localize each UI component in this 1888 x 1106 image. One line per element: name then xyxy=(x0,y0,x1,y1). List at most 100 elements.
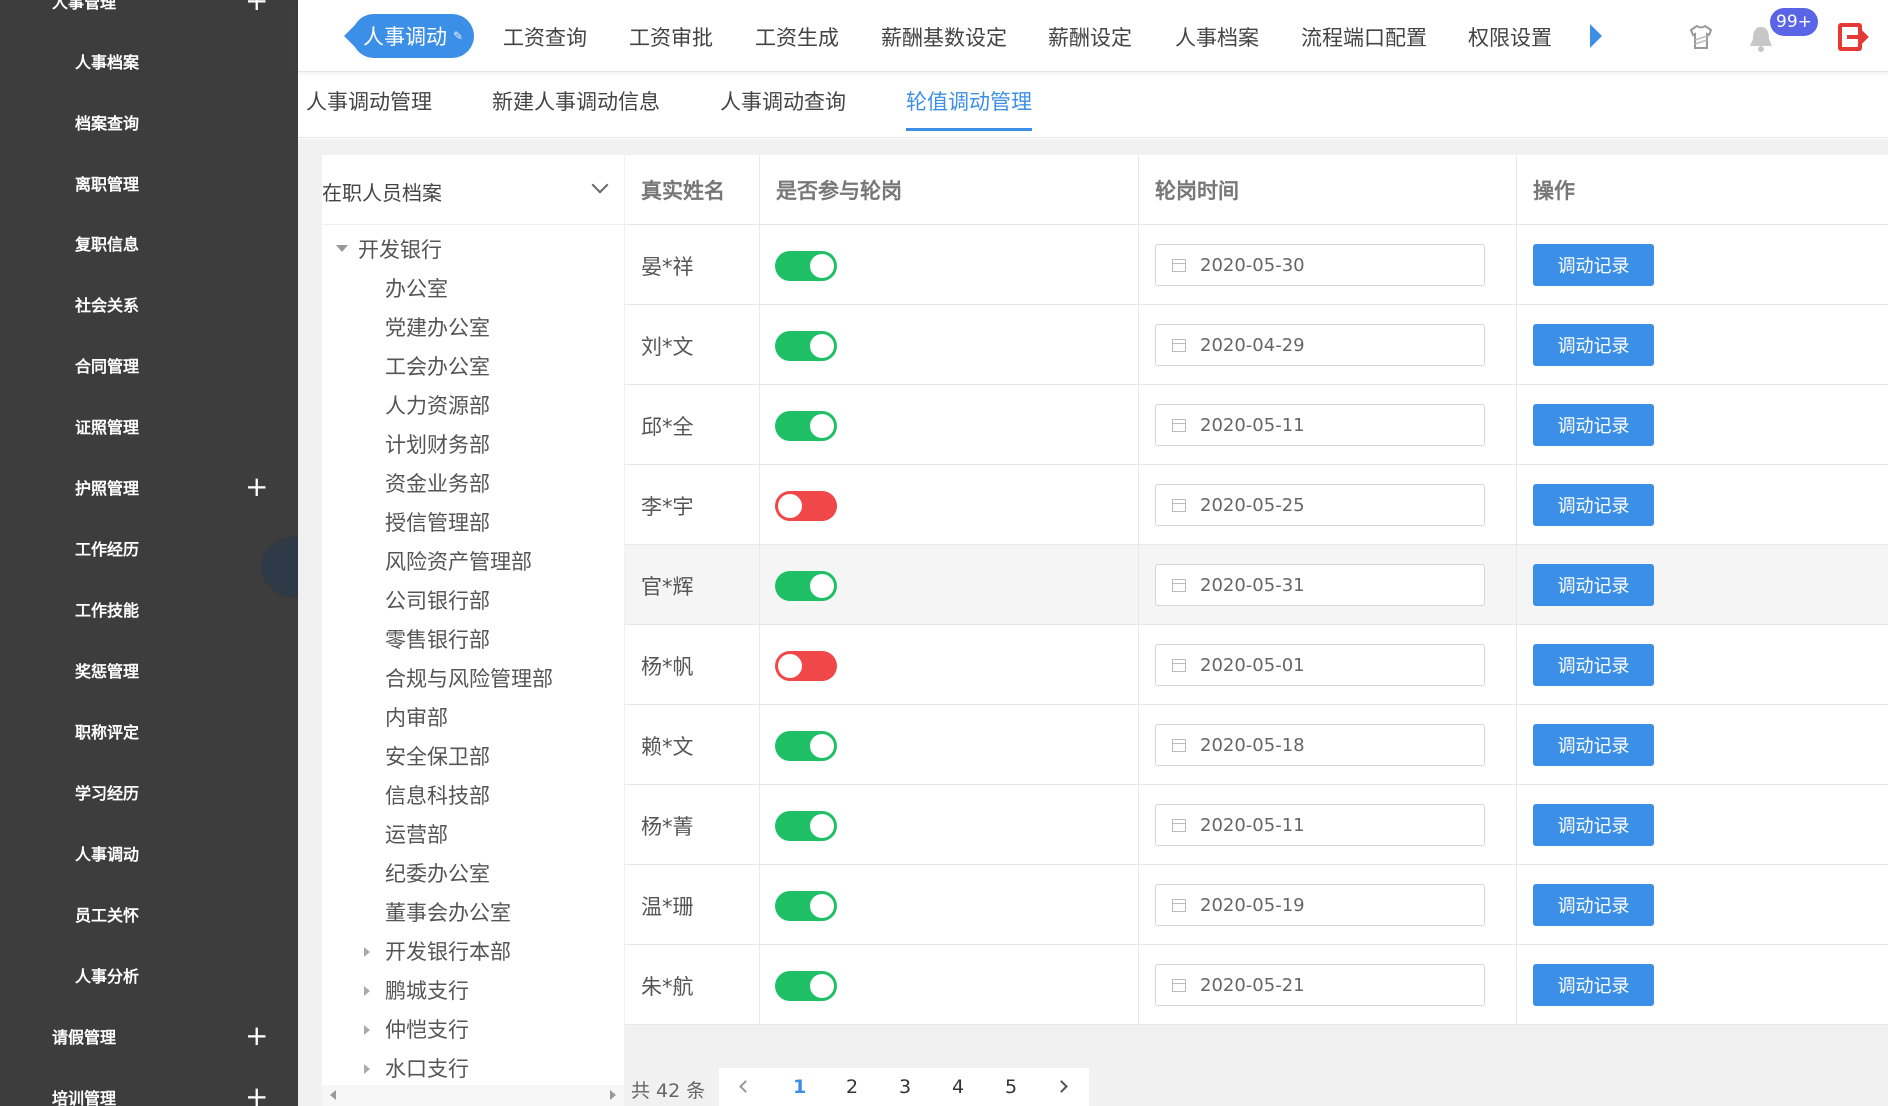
page-number[interactable]: 2 xyxy=(846,1076,858,1098)
tree-node[interactable]: 资金业务部 xyxy=(385,468,490,498)
rotation-date-input[interactable]: 2020-05-31 xyxy=(1155,564,1485,606)
expand-plus-icon[interactable]: + xyxy=(245,1021,268,1050)
sidebar-item-archive-query[interactable]: 档案查询 xyxy=(0,91,298,152)
rotation-toggle[interactable] xyxy=(775,571,837,601)
tree-node[interactable]: 信息科技部 xyxy=(385,780,490,810)
tree-node[interactable]: 计划财务部 xyxy=(385,429,490,459)
scroll-left-icon[interactable] xyxy=(330,1090,336,1100)
expand-plus-icon[interactable]: + xyxy=(245,1082,268,1106)
tree-node[interactable]: 办公室 xyxy=(385,273,448,303)
sidebar-item-passports[interactable]: 护照管理 + xyxy=(0,456,298,517)
rotation-date-input[interactable]: 2020-05-11 xyxy=(1155,404,1485,446)
sidebar-item-hr-archive[interactable]: 人事档案 xyxy=(0,30,298,91)
rotation-date-input[interactable]: 2020-05-30 xyxy=(1155,244,1485,286)
sidebar-item-certificates[interactable]: 证照管理 xyxy=(0,395,298,456)
tree-node[interactable]: 授信管理部 xyxy=(385,507,490,537)
rotation-toggle[interactable] xyxy=(775,891,837,921)
sidebar-item-hr-management[interactable]: 人事管理 + xyxy=(0,0,298,31)
sidebar-item-titles[interactable]: 职称评定 xyxy=(0,700,298,761)
rotation-toggle[interactable] xyxy=(775,411,837,441)
sidebar-item-resignation[interactable]: 离职管理 xyxy=(0,152,298,213)
caret-right-icon[interactable] xyxy=(364,1025,370,1035)
sidebar-item-leave[interactable]: 请假管理 + xyxy=(0,1005,298,1066)
rotation-toggle[interactable] xyxy=(775,251,837,281)
sidebar-item-social-relations[interactable]: 社会关系 xyxy=(0,273,298,334)
rotation-toggle[interactable] xyxy=(775,491,837,521)
caret-down-icon[interactable] xyxy=(336,245,348,252)
nav-tab-salary-approval[interactable]: 工资审批 xyxy=(629,22,713,52)
caret-right-icon[interactable] xyxy=(364,1064,370,1074)
tree-node[interactable]: 纪委办公室 xyxy=(385,858,490,888)
caret-right-icon[interactable] xyxy=(364,947,370,957)
caret-right-icon[interactable] xyxy=(364,986,370,996)
tree-node[interactable]: 合规与风险管理部 xyxy=(385,663,553,693)
tree-node[interactable]: 内审部 xyxy=(385,702,448,732)
sidebar-item-work-skills[interactable]: 工作技能 xyxy=(0,578,298,639)
rotation-toggle[interactable] xyxy=(775,731,837,761)
sidebar-item-work-history[interactable]: 工作经历 xyxy=(0,517,298,578)
rotation-date-input[interactable]: 2020-05-18 xyxy=(1155,724,1485,766)
transfer-record-button[interactable]: 调动记录 xyxy=(1533,564,1654,606)
transfer-record-button[interactable]: 调动记录 xyxy=(1533,484,1654,526)
tree-node[interactable]: 零售银行部 xyxy=(385,624,490,654)
sidebar-item-contracts[interactable]: 合同管理 xyxy=(0,334,298,395)
rotation-date-input[interactable]: 2020-05-21 xyxy=(1155,964,1485,1006)
tree-node[interactable]: 人力资源部 xyxy=(385,390,490,420)
rotation-date-input[interactable]: 2020-05-01 xyxy=(1155,644,1485,686)
transfer-record-button[interactable]: 调动记录 xyxy=(1533,964,1654,1006)
sidebar-item-transfers[interactable]: 人事调动 xyxy=(0,822,298,883)
rotation-toggle[interactable] xyxy=(775,811,837,841)
page-number[interactable]: 3 xyxy=(899,1076,911,1098)
subtab-new-transfer[interactable]: 新建人事调动信息 xyxy=(492,86,660,116)
transfer-record-button[interactable]: 调动记录 xyxy=(1533,884,1654,926)
rotation-date-input[interactable]: 2020-05-11 xyxy=(1155,804,1485,846)
sidebar-item-training[interactable]: 培训管理 + xyxy=(0,1066,298,1106)
rotation-toggle[interactable] xyxy=(775,651,837,681)
tree-node-collapsed[interactable]: 开发银行本部 xyxy=(385,936,511,966)
nav-tab-salary-query[interactable]: 工资查询 xyxy=(503,22,587,52)
nav-tab-salary-settings[interactable]: 薪酬设定 xyxy=(1048,22,1132,52)
transfer-record-button[interactable]: 调动记录 xyxy=(1533,644,1654,686)
tree-node-collapsed[interactable]: 仲恺支行 xyxy=(385,1014,469,1044)
logout-icon[interactable] xyxy=(1836,20,1870,54)
horizontal-scrollbar[interactable] xyxy=(322,1085,624,1106)
expand-plus-icon[interactable]: + xyxy=(245,472,268,501)
next-page-icon[interactable] xyxy=(1055,1080,1068,1093)
sidebar-item-rewards[interactable]: 奖惩管理 xyxy=(0,639,298,700)
tree-node-collapsed[interactable]: 鹏城支行 xyxy=(385,975,469,1005)
rotation-date-input[interactable]: 2020-05-25 xyxy=(1155,484,1485,526)
nav-tab-permissions[interactable]: 权限设置 xyxy=(1468,22,1552,52)
archive-type-select[interactable]: 在职人员档案 xyxy=(322,155,624,225)
sidebar-item-reinstatement[interactable]: 复职信息 xyxy=(0,212,298,273)
tree-node[interactable]: 党建办公室 xyxy=(385,312,490,342)
nav-tab-workflow-config[interactable]: 流程端口配置 xyxy=(1301,22,1427,52)
tree-node[interactable]: 董事会办公室 xyxy=(385,897,511,927)
subtab-transfer-management[interactable]: 人事调动管理 xyxy=(306,86,432,116)
transfer-record-button[interactable]: 调动记录 xyxy=(1533,324,1654,366)
transfer-record-button[interactable]: 调动记录 xyxy=(1533,404,1654,446)
nav-tab-hr-archive[interactable]: 人事档案 xyxy=(1175,22,1259,52)
transfer-record-button[interactable]: 调动记录 xyxy=(1533,244,1654,286)
tree-node[interactable]: 风险资产管理部 xyxy=(385,546,532,576)
rotation-date-input[interactable]: 2020-05-19 xyxy=(1155,884,1485,926)
expand-plus-icon[interactable]: + xyxy=(245,0,268,15)
rotation-toggle[interactable] xyxy=(775,971,837,1001)
page-number[interactable]: 5 xyxy=(1005,1076,1017,1098)
rotation-date-input[interactable]: 2020-04-29 xyxy=(1155,324,1485,366)
skin-icon[interactable] xyxy=(1684,20,1718,54)
nav-tab-salary-base[interactable]: 薪酬基数设定 xyxy=(881,22,1007,52)
nav-tab-salary-generation[interactable]: 工资生成 xyxy=(755,22,839,52)
page-number[interactable]: 4 xyxy=(952,1076,964,1098)
nav-tab-active[interactable]: 人事调动 ✎ xyxy=(352,14,474,58)
sidebar-item-employee-care[interactable]: 员工关怀 xyxy=(0,883,298,944)
tree-node[interactable]: 安全保卫部 xyxy=(385,741,490,771)
tree-node-collapsed[interactable]: 水口支行 xyxy=(385,1053,469,1083)
subtab-rotation-management[interactable]: 轮值调动管理 xyxy=(906,86,1032,116)
sidebar-item-education[interactable]: 学习经历 xyxy=(0,761,298,822)
transfer-record-button[interactable]: 调动记录 xyxy=(1533,804,1654,846)
tree-node[interactable]: 公司银行部 xyxy=(385,585,490,615)
rotation-toggle[interactable] xyxy=(775,331,837,361)
scroll-right-icon[interactable] xyxy=(610,1090,616,1100)
prev-page-icon[interactable] xyxy=(739,1080,752,1093)
tree-node[interactable]: 工会办公室 xyxy=(385,351,490,381)
